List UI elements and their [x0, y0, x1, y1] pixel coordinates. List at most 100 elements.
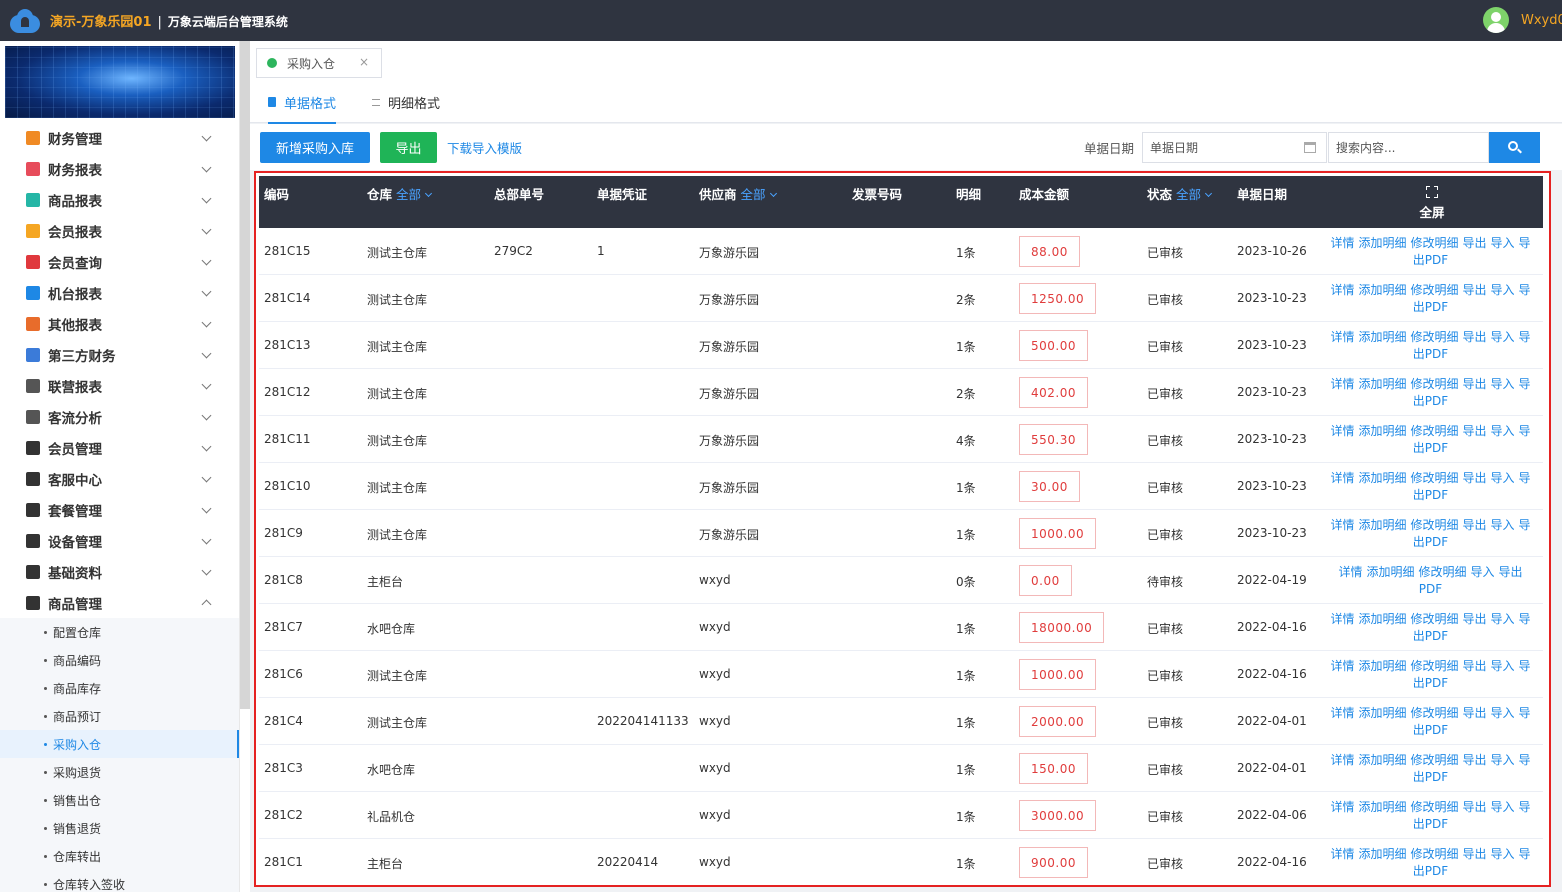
sidebar-item-3[interactable]: 会员报表	[0, 215, 239, 246]
chevron-up-icon[interactable]	[201, 599, 212, 610]
action-link[interactable]: 详情	[1330, 377, 1354, 391]
chevron-down-icon[interactable]	[424, 189, 433, 198]
action-link[interactable]: 详情	[1330, 659, 1354, 673]
action-link[interactable]: 修改明细	[1410, 753, 1458, 767]
action-link[interactable]: 导入	[1491, 283, 1515, 297]
table-row[interactable]: 281C11 测试主仓库 万象游乐园 4条 已审核 2023-10-23 550.30 详情添…	[259, 416, 1543, 463]
action-link[interactable]: 修改明细	[1410, 847, 1458, 861]
fullscreen-label[interactable]: 全屏	[1419, 205, 1444, 220]
submenu-item[interactable]: 采购入仓	[0, 730, 239, 758]
action-link[interactable]: 导出	[1463, 518, 1487, 532]
action-link[interactable]: 详情	[1330, 612, 1354, 626]
tab-detail-format[interactable]: 明细格式	[372, 81, 440, 123]
sidebar-item-14[interactable]: 基础资料	[0, 556, 239, 587]
sidebar-item-8[interactable]: 联营报表	[0, 370, 239, 401]
chevron-down-icon[interactable]	[201, 565, 212, 576]
chevron-down-icon[interactable]	[201, 534, 212, 545]
table-row[interactable]: 281C13 测试主仓库 万象游乐园 1条 已审核 2023-10-23 500.00 详情添…	[259, 322, 1543, 369]
action-link[interactable]: 添加明细	[1358, 706, 1406, 720]
action-link[interactable]: 导出	[1463, 753, 1487, 767]
action-link[interactable]: 添加明细	[1358, 800, 1406, 814]
action-link[interactable]: 修改明细	[1410, 330, 1458, 344]
action-link[interactable]: 详情	[1330, 706, 1354, 720]
chevron-down-icon[interactable]	[201, 224, 212, 235]
action-link[interactable]: 导出	[1463, 330, 1487, 344]
table-row[interactable]: 281C6 测试主仓库 wxyd 1条 已审核 2022-04-16 1000.00 详情 添加…	[259, 651, 1543, 698]
chevron-down-icon[interactable]	[201, 255, 212, 266]
table-row[interactable]: 281C15 测试主仓库 279C2 1 万象游乐园 1条 已审核 2023-10-26 88.…	[259, 228, 1543, 275]
action-link[interactable]: 导入	[1491, 377, 1515, 391]
action-link[interactable]: 详情	[1330, 518, 1354, 532]
table-row[interactable]: 281C1 主柜台 20220414 wxyd 1条 已审核 2022-04-16 900.0…	[259, 839, 1543, 885]
calendar-icon[interactable]	[1304, 142, 1316, 153]
submenu-item[interactable]: 配置仓库	[0, 618, 239, 646]
action-link[interactable]: 详情	[1330, 236, 1354, 250]
action-link[interactable]: 添加明细	[1358, 518, 1406, 532]
warehouse-filter[interactable]: 全部	[396, 187, 421, 202]
table-row[interactable]: 281C12 测试主仓库 万象游乐园 2条 已审核 2023-10-23 402.00 详情添…	[259, 369, 1543, 416]
avatar[interactable]	[1483, 7, 1509, 33]
action-link[interactable]: 添加明细	[1358, 424, 1406, 438]
action-link[interactable]: 添加明细	[1358, 471, 1406, 485]
action-link[interactable]: 导入	[1491, 659, 1515, 673]
action-link[interactable]: 导入	[1471, 565, 1495, 579]
action-link[interactable]: 导入	[1491, 847, 1515, 861]
action-link[interactable]: 导入	[1491, 753, 1515, 767]
action-link[interactable]: 详情	[1338, 565, 1362, 579]
action-link[interactable]: 修改明细	[1410, 659, 1458, 673]
action-link[interactable]: 添加明细	[1358, 283, 1406, 297]
table-row[interactable]: 281C4 测试主仓库 202204141133 wxyd 1条 已审核 2022-04-0…	[259, 698, 1543, 745]
chevron-down-icon[interactable]	[201, 286, 212, 297]
submenu-item[interactable]: 仓库转出	[0, 842, 239, 870]
user-menu[interactable]: Wxyd01	[1483, 7, 1562, 33]
submenu-item[interactable]: 商品预订	[0, 702, 239, 730]
chevron-down-icon[interactable]	[201, 348, 212, 359]
action-link[interactable]: 详情	[1330, 330, 1354, 344]
username[interactable]: Wxyd01	[1521, 13, 1562, 28]
action-link[interactable]: 导入	[1491, 471, 1515, 485]
chevron-down-icon[interactable]	[201, 472, 212, 483]
tab-purchase-inbound[interactable]: 采购入仓 ×	[256, 48, 382, 78]
action-link[interactable]: 导出	[1463, 236, 1487, 250]
download-template-link[interactable]: 下载导入模版	[447, 138, 522, 157]
submenu-item[interactable]: 商品编码	[0, 646, 239, 674]
action-link[interactable]: 添加明细	[1358, 659, 1406, 673]
action-link[interactable]: 详情	[1330, 283, 1354, 297]
status-filter[interactable]: 全部	[1176, 187, 1201, 202]
submenu-item[interactable]: 商品库存	[0, 674, 239, 702]
sidebar-item-0[interactable]: 财务管理	[0, 122, 239, 153]
sidebar-item-1[interactable]: 财务报表	[0, 153, 239, 184]
fullscreen-icon[interactable]	[1426, 186, 1438, 198]
action-link[interactable]: 添加明细	[1358, 330, 1406, 344]
action-link[interactable]: 添加明细	[1358, 612, 1406, 626]
col-warehouse[interactable]: 仓库 全部	[367, 184, 433, 203]
action-link[interactable]: 导出	[1463, 659, 1487, 673]
table-row[interactable]: 281C10 测试主仓库 万象游乐园 1条 已审核 2023-10-23 30.00 详情 添加…	[259, 463, 1543, 510]
action-link[interactable]: 导出	[1463, 424, 1487, 438]
action-link[interactable]: 修改明细	[1410, 706, 1458, 720]
action-link[interactable]: 修改明细	[1410, 283, 1458, 297]
sidebar-item-10[interactable]: 会员管理	[0, 432, 239, 463]
action-link[interactable]: 添加明细	[1358, 377, 1406, 391]
action-link[interactable]: 详情	[1330, 800, 1354, 814]
chevron-down-icon[interactable]	[201, 131, 212, 142]
chevron-down-icon[interactable]	[201, 410, 212, 421]
table-row[interactable]: 281C8 主柜台 wxyd 0条 待审核 2022-04-19 0.00 详情 添加明细 修改明…	[259, 557, 1543, 604]
table-row[interactable]: 281C3 水吧仓库 wxyd 1条 已审核 2022-04-01 150.00 详情 添加明细…	[259, 745, 1543, 792]
sidebar-item-6[interactable]: 其他报表	[0, 308, 239, 339]
action-link[interactable]: 添加明细	[1366, 565, 1414, 579]
sidebar-item-13[interactable]: 设备管理	[0, 525, 239, 556]
add-purchase-button[interactable]: 新增采购入库	[260, 132, 370, 163]
action-link[interactable]: 导出	[1463, 377, 1487, 391]
search-button[interactable]	[1489, 132, 1540, 163]
action-link[interactable]: 修改明细	[1418, 565, 1466, 579]
action-link[interactable]: 导出	[1463, 847, 1487, 861]
action-link[interactable]: 修改明细	[1410, 518, 1458, 532]
action-link[interactable]: 修改明细	[1410, 424, 1458, 438]
sidebar-scrollbar[interactable]	[240, 41, 250, 709]
action-link[interactable]: 导入	[1491, 518, 1515, 532]
chevron-down-icon[interactable]	[201, 317, 212, 328]
date-input[interactable]: 单据日期	[1142, 132, 1327, 163]
action-link[interactable]: 导入	[1491, 424, 1515, 438]
action-link[interactable]: 修改明细	[1410, 800, 1458, 814]
